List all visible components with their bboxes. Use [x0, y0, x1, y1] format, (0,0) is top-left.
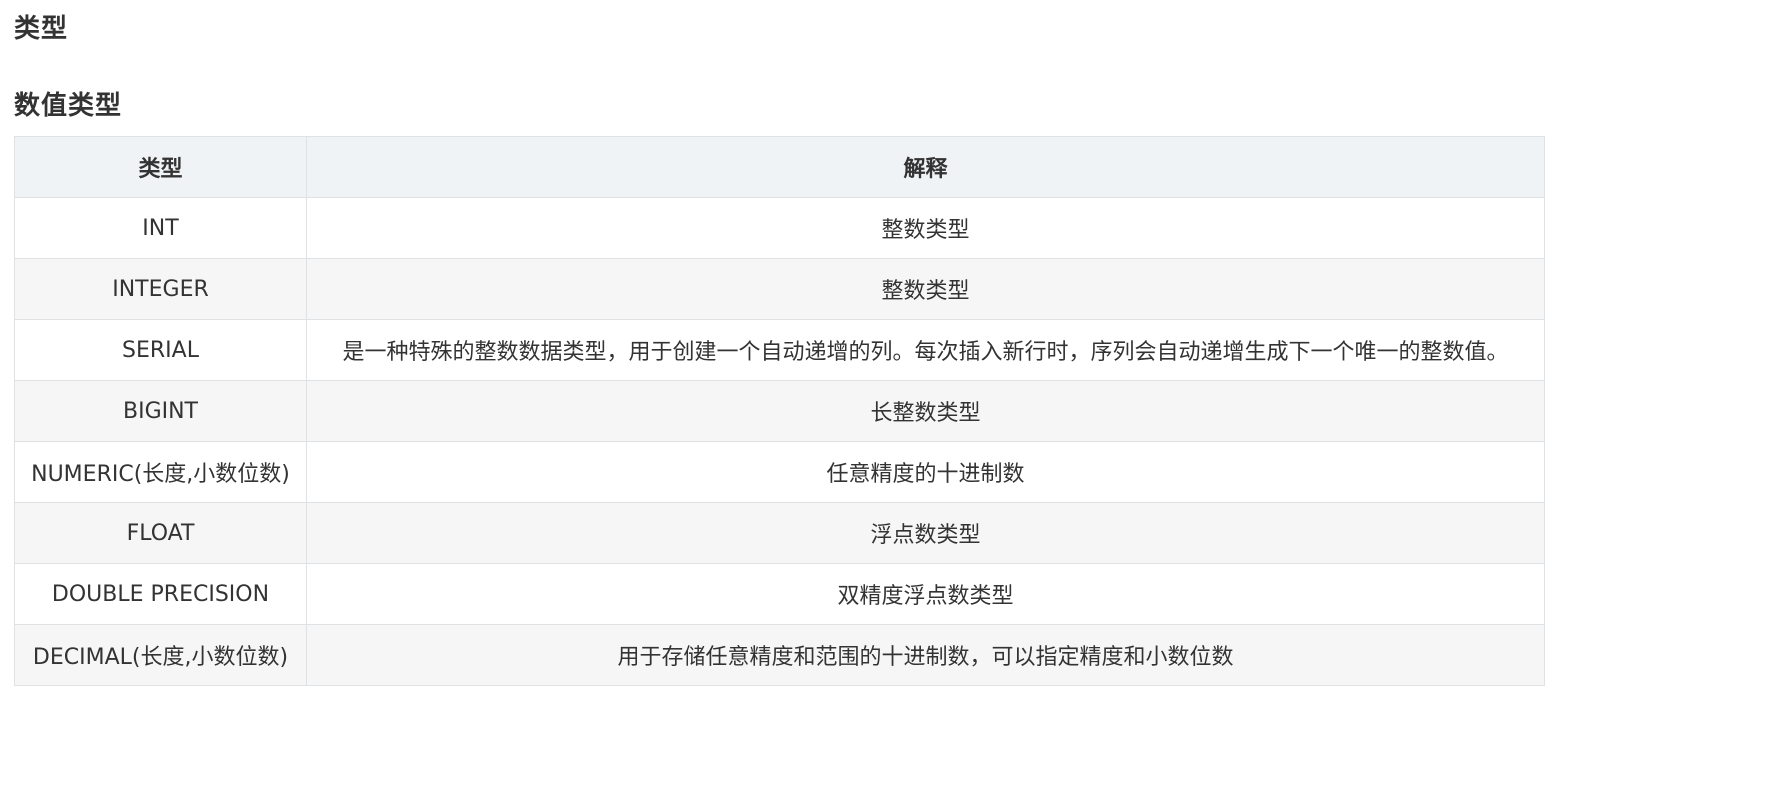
table-row: FLOAT 浮点数类型	[14, 502, 1545, 564]
description-cell: 整数类型	[306, 258, 1545, 320]
table-row: SERIAL 是一种特殊的整数数据类型，用于创建一个自动递增的列。每次插入新行时…	[14, 319, 1545, 381]
table-row: INT 整数类型	[14, 197, 1545, 259]
type-cell: DECIMAL(长度,小数位数)	[14, 624, 307, 686]
table-header-row: 类型 解释	[14, 136, 1545, 198]
type-cell: FLOAT	[14, 502, 307, 564]
type-cell: NUMERIC(长度,小数位数)	[14, 441, 307, 503]
table-row: DECIMAL(长度,小数位数) 用于存储任意精度和范围的十进制数，可以指定精度…	[14, 624, 1545, 686]
type-cell: DOUBLE PRECISION	[14, 563, 307, 625]
description-cell: 双精度浮点数类型	[306, 563, 1545, 625]
page-heading: 类型	[14, 14, 69, 44]
description-cell: 用于存储任意精度和范围的十进制数，可以指定精度和小数位数	[306, 624, 1545, 686]
type-cell: BIGINT	[14, 380, 307, 442]
description-cell: 整数类型	[306, 197, 1545, 259]
description-cell: 是一种特殊的整数数据类型，用于创建一个自动递增的列。每次插入新行时，序列会自动递…	[306, 319, 1545, 381]
section-heading-numeric-types: 数值类型	[14, 91, 123, 121]
description-cell: 任意精度的十进制数	[306, 441, 1545, 503]
table-row: BIGINT 长整数类型	[14, 380, 1545, 442]
column-header-type: 类型	[14, 136, 307, 198]
description-cell: 长整数类型	[306, 380, 1545, 442]
numeric-types-table: 类型 解释 INT 整数类型 INTEGER 整数类型 SERIAL 是一种特殊…	[14, 136, 1545, 686]
column-header-description: 解释	[306, 136, 1545, 198]
table-row: INTEGER 整数类型	[14, 258, 1545, 320]
type-cell: INT	[14, 197, 307, 259]
table-row: DOUBLE PRECISION 双精度浮点数类型	[14, 563, 1545, 625]
table-row: NUMERIC(长度,小数位数) 任意精度的十进制数	[14, 441, 1545, 503]
type-cell: INTEGER	[14, 258, 307, 320]
type-cell: SERIAL	[14, 319, 307, 381]
description-cell: 浮点数类型	[306, 502, 1545, 564]
